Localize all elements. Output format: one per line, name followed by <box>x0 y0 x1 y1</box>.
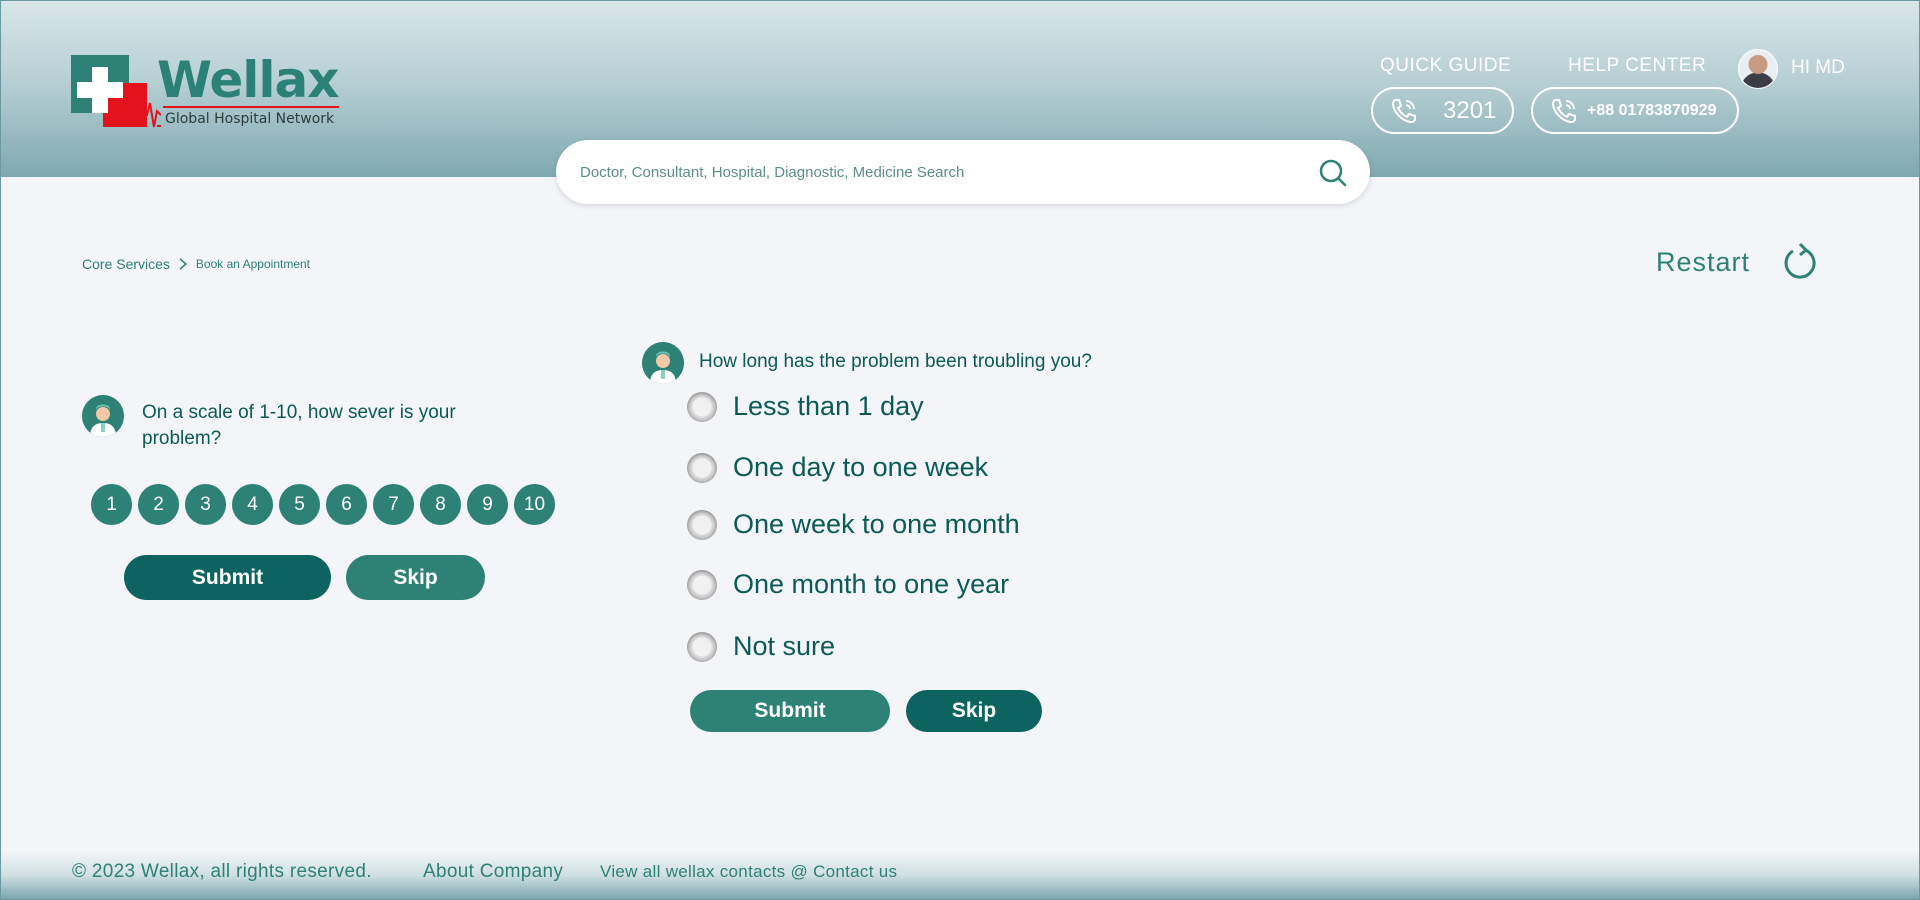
severity-scale-button[interactable]: 6 <box>326 484 367 525</box>
severity-question: On a scale of 1-10, how sever is your pr… <box>142 402 456 449</box>
severity-scale-button[interactable]: 4 <box>232 484 273 525</box>
quick-guide-label[interactable]: QUICK GUIDE <box>1380 55 1511 77</box>
option-label: Less than 1 day <box>733 391 924 421</box>
option-label: One week to one month <box>733 509 1020 539</box>
option-label: One day to one week <box>733 452 989 482</box>
breadcrumb: Core Services Book an Appointment <box>82 256 310 272</box>
doctor-avatar-icon <box>642 342 684 384</box>
option-label: One month to one year <box>733 569 1010 599</box>
severity-scale-button[interactable]: 10 <box>514 484 555 525</box>
duration-question: How long has the problem been troubling … <box>699 351 1092 372</box>
search-bar <box>556 140 1370 204</box>
severity-scale-button[interactable]: 9 <box>467 484 508 525</box>
chevron-right-icon <box>179 258 188 270</box>
breadcrumb-item-book-appointment[interactable]: Book an Appointment <box>196 257 310 271</box>
help-center-phone-button[interactable]: +88 01783870929 <box>1531 87 1739 134</box>
duration-submit-button[interactable]: Submit <box>690 690 890 732</box>
option-label: Not sure <box>733 631 836 661</box>
duration-option[interactable]: Not sure <box>687 631 835 662</box>
logo-underline <box>163 106 339 108</box>
severity-scale-button[interactable]: 1 <box>91 484 132 525</box>
help-center-number: +88 01783870929 <box>1587 101 1717 119</box>
help-center-label[interactable]: HELP CENTER <box>1568 55 1706 77</box>
duration-option[interactable]: One day to one week <box>687 452 988 483</box>
radio-button[interactable] <box>687 391 717 422</box>
doctor-avatar-icon <box>82 395 124 437</box>
radio-button[interactable] <box>687 569 717 600</box>
severity-scale-button[interactable]: 2 <box>138 484 179 525</box>
quick-guide-number: 3201 <box>1443 96 1497 124</box>
wellax-logo[interactable]: Wellax Global Hospital Network <box>71 51 341 133</box>
severity-scale-button[interactable]: 5 <box>279 484 320 525</box>
severity-scale-button[interactable]: 8 <box>420 484 461 525</box>
restart-button[interactable]: Restart <box>1656 247 1750 278</box>
hospital-cross-logo <box>71 55 162 128</box>
logo-title: Wellax <box>157 51 340 109</box>
duration-skip-button[interactable]: Skip <box>906 690 1042 732</box>
user-avatar[interactable] <box>1738 49 1778 89</box>
search-input[interactable] <box>580 140 1280 204</box>
quick-guide-phone-button[interactable]: 3201 <box>1371 87 1514 134</box>
radio-button[interactable] <box>687 509 717 540</box>
phone-icon <box>1551 98 1576 123</box>
severity-scale-button[interactable]: 3 <box>185 484 226 525</box>
severity-submit-button[interactable]: Submit <box>124 555 331 600</box>
duration-option[interactable]: Less than 1 day <box>687 391 924 422</box>
footer-contacts-link[interactable]: View all wellax contacts @ Contact us <box>600 862 897 882</box>
severity-scale-button[interactable]: 7 <box>373 484 414 525</box>
phone-icon <box>1391 98 1416 123</box>
footer-copyright: © 2023 Wellax, all rights reserved. <box>72 861 372 882</box>
duration-option[interactable]: One month to one year <box>687 569 1009 600</box>
footer-about-link[interactable]: About Company <box>423 861 563 883</box>
user-greeting[interactable]: HI MD <box>1791 57 1845 79</box>
restart-icon[interactable] <box>1779 241 1819 281</box>
search-icon[interactable] <box>1318 158 1348 188</box>
severity-skip-button[interactable]: Skip <box>346 555 485 600</box>
duration-option[interactable]: One week to one month <box>687 509 1020 540</box>
radio-button[interactable] <box>687 452 717 483</box>
radio-button[interactable] <box>687 631 717 662</box>
severity-scale: 1 2 3 4 5 6 7 8 9 10 <box>91 484 555 525</box>
logo-subtitle: Global Hospital Network <box>165 111 335 127</box>
breadcrumb-item-core-services[interactable]: Core Services <box>82 256 170 272</box>
